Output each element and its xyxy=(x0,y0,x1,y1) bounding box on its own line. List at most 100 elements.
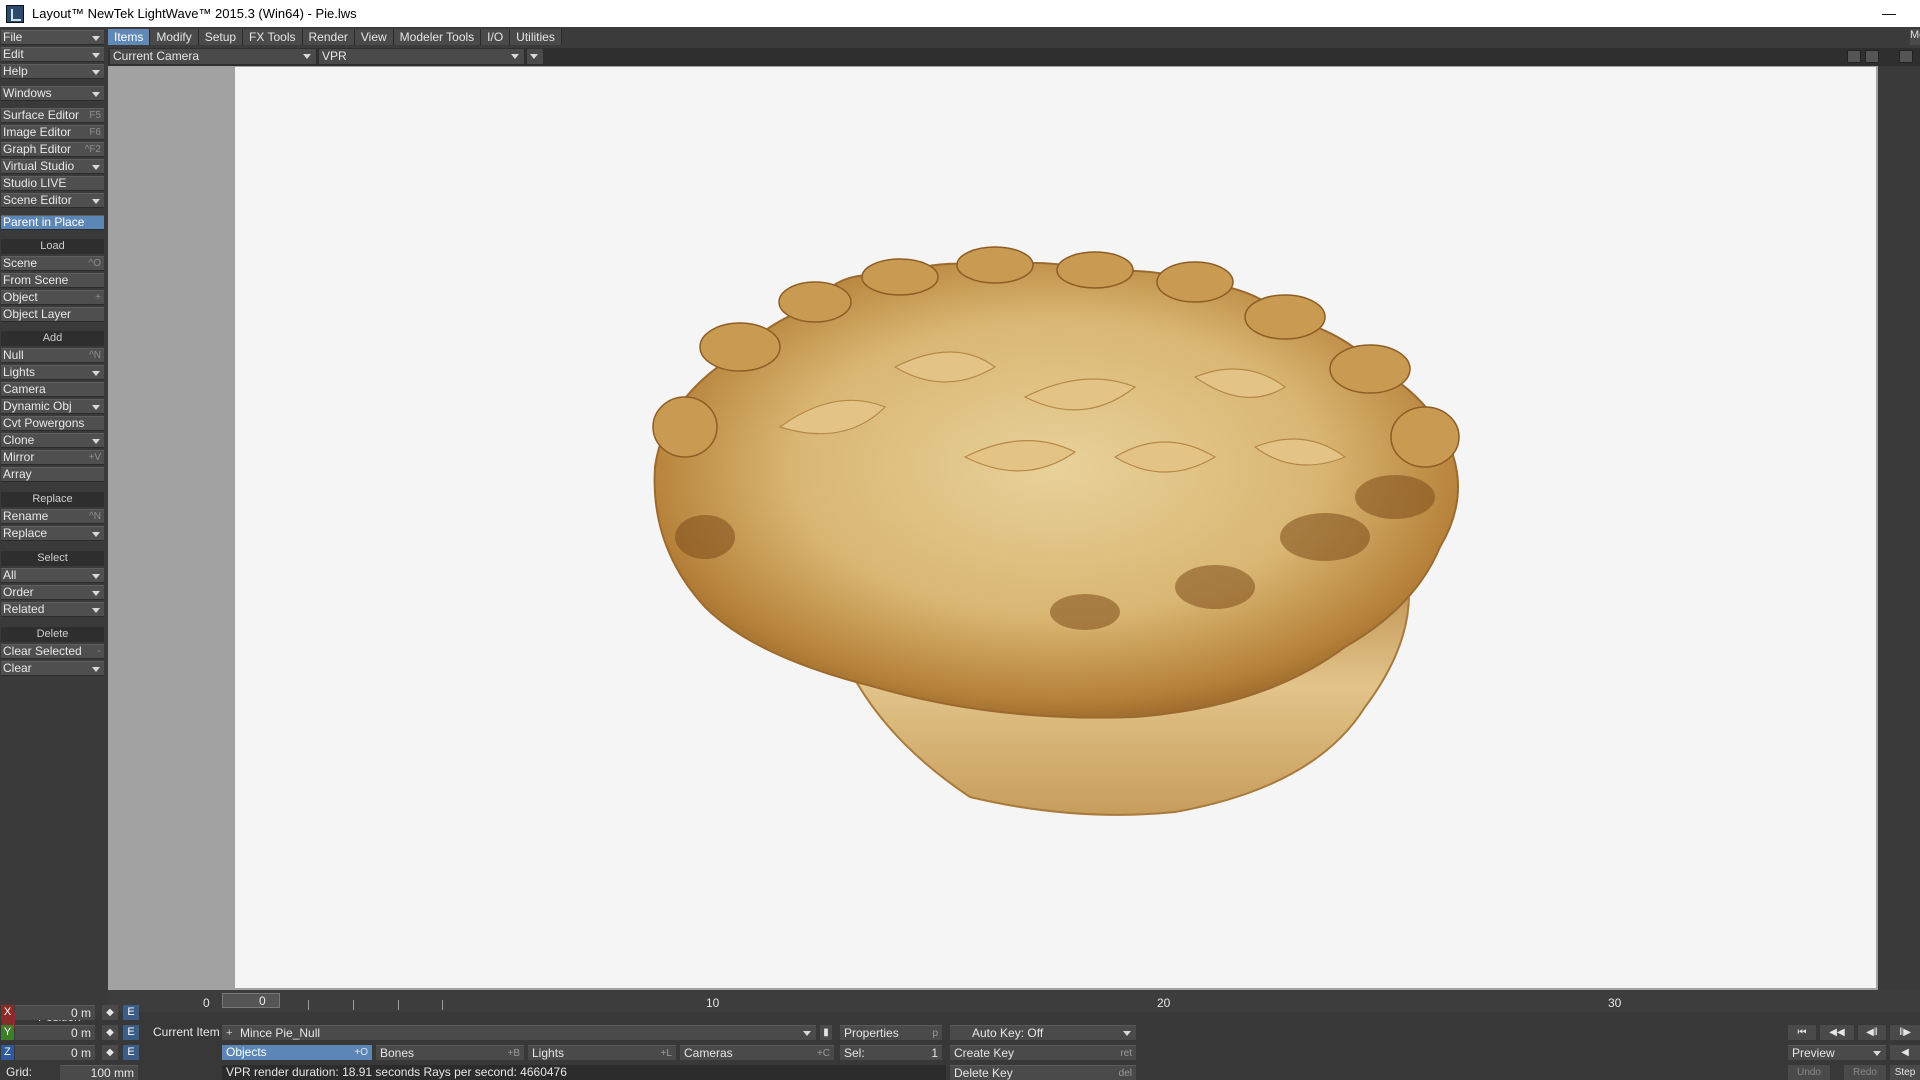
load-object-layer-button[interactable]: Object Layer xyxy=(1,307,104,322)
tab-stub[interactable]: Mo xyxy=(1910,29,1920,45)
virtual-studio-menu[interactable]: Virtual Studio xyxy=(1,159,104,174)
preview-select[interactable]: Preview xyxy=(1788,1045,1886,1060)
item-pick-icon[interactable]: ▮ xyxy=(820,1025,832,1040)
replace-menu[interactable]: Replace xyxy=(1,526,104,541)
undo-button[interactable]: Undo xyxy=(1788,1065,1830,1080)
select-related-menu[interactable]: Related xyxy=(1,602,104,617)
surface-editor-button[interactable]: Surface Editor F5 xyxy=(1,108,104,123)
lights-mode-button[interactable]: Lights +L xyxy=(528,1045,676,1060)
viewport-move-icon[interactable] xyxy=(1899,50,1913,63)
button-label: Scene Editor xyxy=(3,193,72,207)
replace-section-header: Replace xyxy=(1,492,104,507)
shortcut-label: +V xyxy=(88,452,101,463)
create-key-button[interactable]: Create Key ret xyxy=(950,1045,1136,1060)
x-envelope-arrows-icon[interactable]: ◆ xyxy=(102,1005,118,1020)
grid-size-field[interactable]: 100 mm xyxy=(60,1065,138,1080)
array-button[interactable]: Array xyxy=(1,467,104,482)
clear-selected-button[interactable]: Clear Selected - xyxy=(1,644,104,659)
windows-menu[interactable]: Windows xyxy=(1,86,104,101)
chevron-down-icon xyxy=(92,199,100,204)
edit-menu-label: Edit xyxy=(3,47,24,61)
bones-mode-button[interactable]: Bones +B xyxy=(376,1045,524,1060)
cameras-mode-button[interactable]: Cameras +C xyxy=(680,1045,834,1060)
delete-key-button[interactable]: Delete Key del xyxy=(950,1065,1136,1080)
y-axis-label: Y xyxy=(1,1025,14,1040)
chevron-down-icon xyxy=(92,36,100,41)
graph-editor-button[interactable]: Graph Editor ^F2 xyxy=(1,142,104,157)
chevron-down-icon xyxy=(511,54,519,59)
button-label: Image Editor xyxy=(3,125,72,139)
button-label: Create Key xyxy=(954,1046,1015,1060)
shortcut-label: + xyxy=(95,292,101,303)
edit-menu[interactable]: Edit xyxy=(1,47,104,62)
previous-key-icon[interactable]: ◀◀ xyxy=(1820,1025,1854,1040)
viewport-list-icon[interactable] xyxy=(1847,50,1861,63)
z-position-field[interactable]: 0 m xyxy=(15,1045,95,1060)
objects-mode-button[interactable]: Objects +O xyxy=(222,1045,372,1060)
button-label: Object Layer xyxy=(3,307,72,321)
add-camera-button[interactable]: Camera xyxy=(1,382,104,397)
step-button[interactable]: Step xyxy=(1890,1065,1920,1080)
clear-menu[interactable]: Clear xyxy=(1,661,104,676)
add-lights-menu[interactable]: Lights xyxy=(1,365,104,380)
render-mode-select[interactable]: VPR xyxy=(319,49,524,64)
help-menu[interactable]: Help xyxy=(1,64,104,79)
previous-frame-icon[interactable]: ◀‖ xyxy=(1858,1025,1886,1040)
z-envelope-button[interactable]: E xyxy=(123,1045,139,1060)
add-dynamic-obj-menu[interactable]: Dynamic Obj xyxy=(1,399,104,414)
current-item-select[interactable]: + Mince Pie_Null xyxy=(222,1025,816,1040)
y-envelope-button[interactable]: E xyxy=(123,1025,139,1040)
x-envelope-button[interactable]: E xyxy=(123,1005,139,1020)
mirror-button[interactable]: Mirror +V xyxy=(1,450,104,465)
current-frame-slider[interactable]: 0 xyxy=(222,993,280,1008)
go-to-start-icon[interactable]: ⏮ xyxy=(1788,1025,1816,1040)
file-menu[interactable]: File xyxy=(1,30,104,45)
y-envelope-arrows-icon[interactable]: ◆ xyxy=(102,1025,118,1040)
button-label: Bones xyxy=(380,1046,415,1060)
tab-setup[interactable]: Setup xyxy=(198,29,244,45)
tab-render[interactable]: Render xyxy=(302,29,355,45)
image-editor-button[interactable]: Image Editor F6 xyxy=(1,125,104,140)
tab-view[interactable]: View xyxy=(354,29,394,45)
tab-fx-tools[interactable]: FX Tools xyxy=(243,29,303,45)
parent-in-place-toggle[interactable]: Parent in Place xyxy=(1,215,104,230)
load-scene-button[interactable]: Scene ^O xyxy=(1,256,104,271)
clone-menu[interactable]: Clone xyxy=(1,433,104,448)
studio-live-button[interactable]: Studio LIVE xyxy=(1,176,104,191)
z-axis-label: Z xyxy=(1,1045,14,1060)
auto-key-select[interactable]: Auto Key: Off xyxy=(950,1025,1136,1040)
timeline-slider[interactable]: 0 0 10 20 30 xyxy=(108,990,1920,1012)
x-position-field[interactable]: 0 m xyxy=(15,1005,95,1020)
redo-button[interactable]: Redo xyxy=(1844,1065,1886,1080)
y-position-field[interactable]: 0 m xyxy=(15,1025,95,1040)
chevron-down-icon xyxy=(92,608,100,613)
tab-utilities[interactable]: Utilities xyxy=(510,29,562,45)
vpr-options-dropdown[interactable] xyxy=(527,49,543,64)
tab-io[interactable]: I/O xyxy=(481,29,511,45)
cvt-powergons-button[interactable]: Cvt Powergons xyxy=(1,416,104,431)
button-label: Null xyxy=(3,348,24,362)
properties-button[interactable]: Properties p xyxy=(840,1025,942,1040)
load-from-scene-button[interactable]: From Scene xyxy=(1,273,104,288)
minimize-icon[interactable]: — xyxy=(1878,4,1900,22)
help-menu-label: Help xyxy=(3,64,28,78)
scene-editor-menu[interactable]: Scene Editor xyxy=(1,193,104,208)
view-type-select[interactable]: Current Camera xyxy=(110,49,316,64)
z-envelope-arrows-icon[interactable]: ◆ xyxy=(102,1045,118,1060)
play-reverse-icon[interactable]: ◀ xyxy=(1890,1045,1920,1060)
select-all-menu[interactable]: All xyxy=(1,568,104,583)
next-frame-icon[interactable]: ‖▶ xyxy=(1890,1025,1920,1040)
select-order-menu[interactable]: Order xyxy=(1,585,104,600)
tab-modeler-tools[interactable]: Modeler Tools xyxy=(393,29,482,45)
chevron-down-icon xyxy=(92,439,100,444)
file-menu-label: File xyxy=(3,30,23,44)
viewport-maximize-icon[interactable] xyxy=(1865,50,1879,63)
viewport-header: Current Camera VPR xyxy=(108,48,1920,66)
vpr-render-area[interactable] xyxy=(235,67,1876,988)
tab-items[interactable]: Items xyxy=(108,29,151,45)
tab-modify[interactable]: Modify xyxy=(150,29,199,45)
add-null-button[interactable]: Null ^N xyxy=(1,348,104,363)
timeline-tick xyxy=(353,1000,354,1010)
load-object-button[interactable]: Object + xyxy=(1,290,104,305)
rename-button[interactable]: Rename ^N xyxy=(1,509,104,524)
